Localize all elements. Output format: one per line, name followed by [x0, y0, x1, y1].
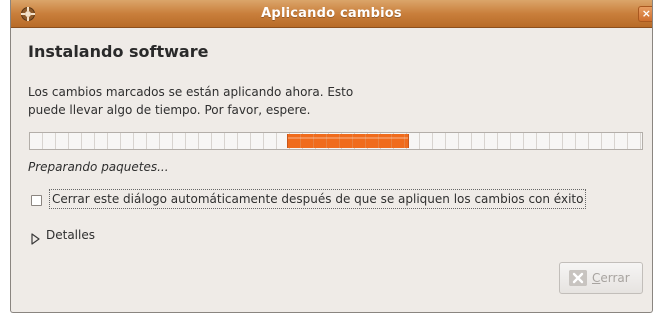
close-icon [569, 270, 587, 286]
auto-close-option[interactable]: Cerrar este diálogo automáticamente desp… [29, 189, 653, 211]
info-message-line-1: Los cambios marcados se están aplicando … [28, 85, 354, 99]
close-button[interactable]: Cerrar [559, 262, 643, 294]
dialog-window: Aplicando cambios × Instalando software … [10, 0, 653, 313]
auto-close-label[interactable]: Cerrar este diálogo automáticamente desp… [49, 189, 587, 209]
close-button-label: Cerrar [592, 271, 630, 285]
window-title: Aplicando cambios [261, 6, 402, 21]
close-label-rest: errar [600, 271, 630, 285]
auto-close-checkbox[interactable] [31, 195, 42, 206]
title-bar[interactable]: Aplicando cambios × [11, 0, 652, 28]
info-message-line-2: puede llevar algo de tiempo. Por favor, … [28, 103, 311, 117]
progress-bar [29, 132, 643, 150]
info-message: Los cambios marcados se están aplicando … [28, 83, 408, 119]
status-text: Preparando paquetes... [28, 160, 169, 174]
page-title: Instalando software [28, 42, 209, 61]
progress-pulse [287, 134, 409, 148]
details-label[interactable]: Detalles [46, 228, 95, 242]
expander-arrow-icon[interactable] [31, 230, 40, 249]
window-close-button[interactable]: × [638, 6, 652, 22]
